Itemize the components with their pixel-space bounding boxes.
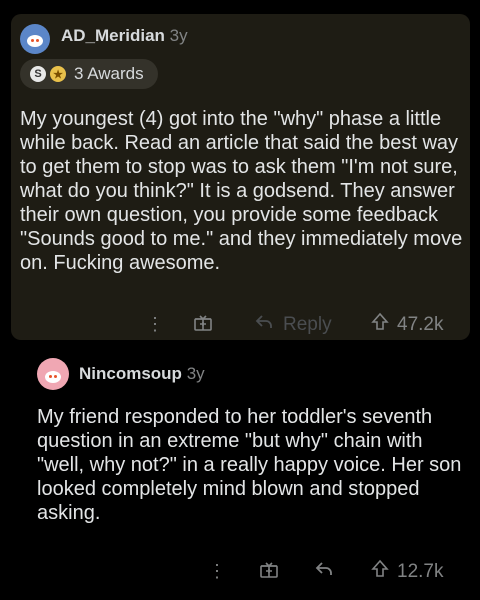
awards-count: 3 Awards bbox=[74, 64, 144, 83]
upvote-icon[interactable] bbox=[370, 312, 390, 337]
more-options-icon[interactable]: ⋮ bbox=[146, 314, 164, 335]
upvote-count: 12.7k bbox=[397, 561, 444, 582]
comment-age: 3y bbox=[186, 364, 205, 383]
comment-body: My friend responded to her toddler's sev… bbox=[37, 406, 462, 524]
comment-author[interactable]: AD_Meridian 3y bbox=[61, 26, 188, 46]
award-gift-icon[interactable] bbox=[193, 312, 213, 337]
upvote-count: 47.2k bbox=[397, 314, 444, 335]
comment-body: My youngest (4) got into the "why" phase… bbox=[20, 108, 463, 274]
awards-badge[interactable]: S ★ 3 Awards bbox=[20, 59, 158, 89]
upvote-icon[interactable] bbox=[370, 559, 390, 584]
reply-arrow-icon[interactable] bbox=[254, 313, 274, 336]
gold-award-icon: ★ bbox=[50, 66, 66, 82]
silver-award-icon: S bbox=[30, 66, 46, 82]
comment-author[interactable]: Nincomsoup 3y bbox=[79, 364, 205, 384]
avatar[interactable] bbox=[20, 24, 50, 54]
snoo-avatar-icon bbox=[27, 35, 43, 48]
more-options-icon[interactable]: ⋮ bbox=[208, 561, 226, 582]
award-gift-icon[interactable] bbox=[259, 559, 279, 584]
comment-age: 3y bbox=[169, 26, 188, 45]
reply-arrow-icon[interactable] bbox=[314, 560, 334, 583]
reply-button[interactable]: Reply bbox=[283, 314, 332, 336]
avatar[interactable] bbox=[37, 358, 69, 390]
username[interactable]: AD_Meridian bbox=[61, 26, 165, 45]
username[interactable]: Nincomsoup bbox=[79, 364, 182, 383]
snoo-avatar-icon bbox=[45, 370, 61, 383]
